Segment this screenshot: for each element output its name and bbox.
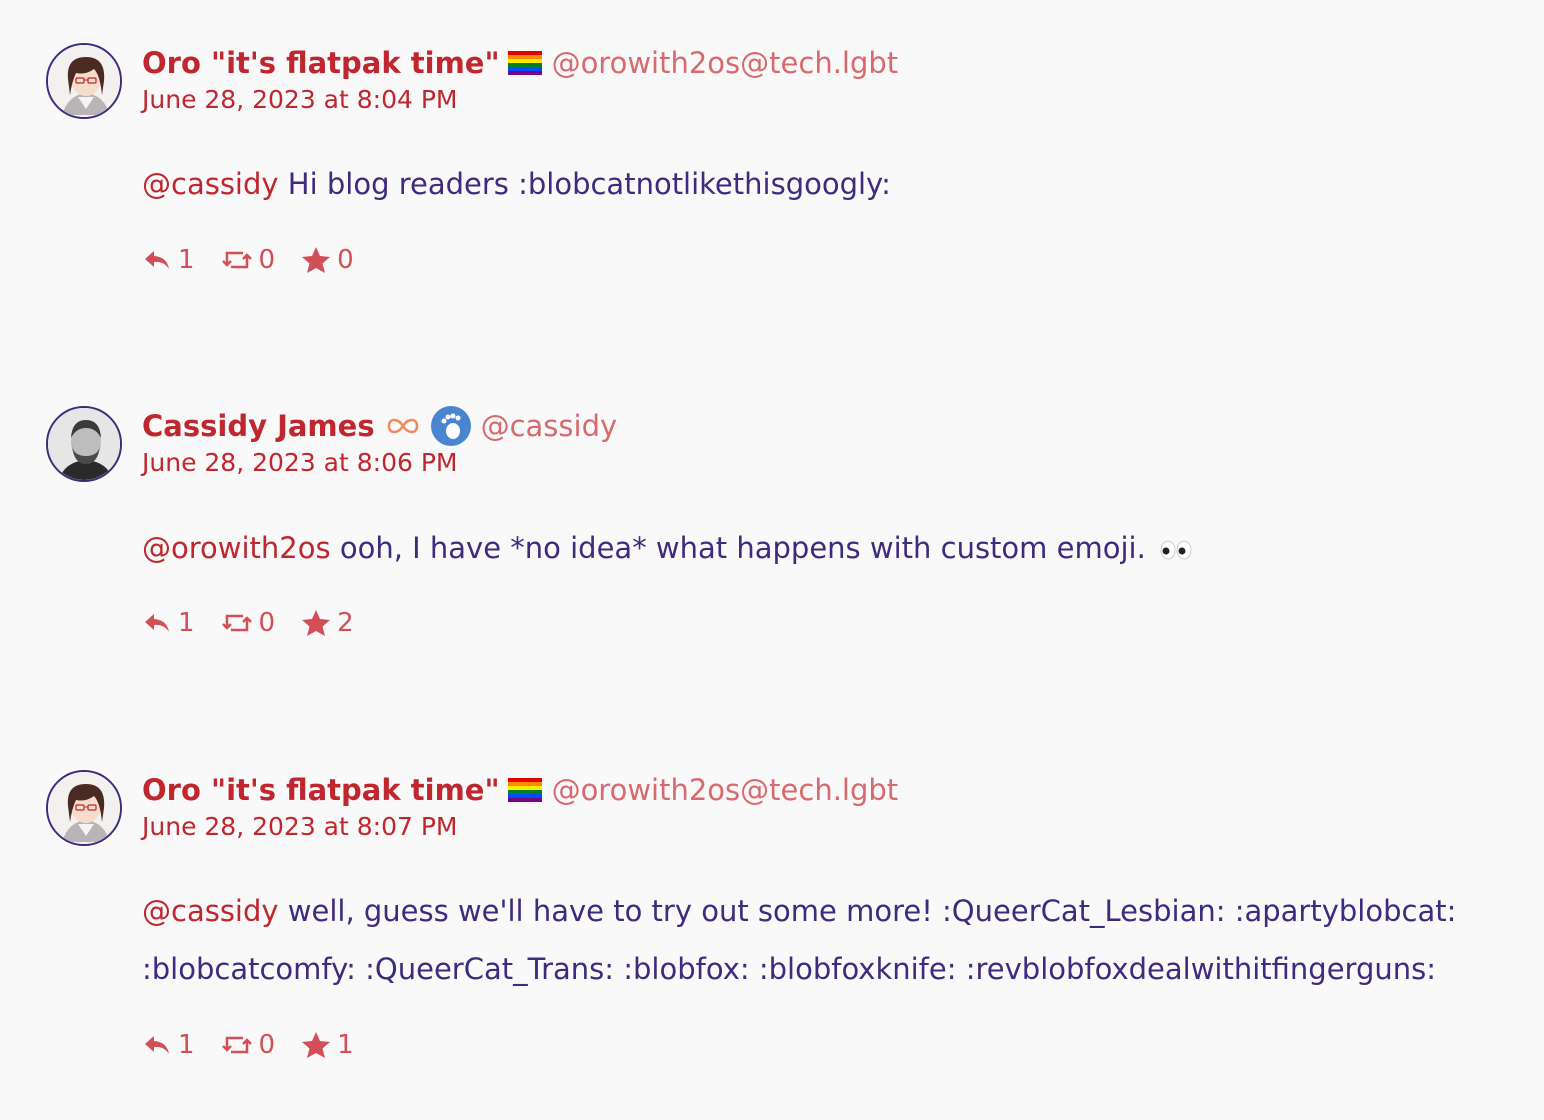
mention-link[interactable]: @orowith2os: [142, 531, 331, 565]
star-icon: [302, 610, 331, 636]
favorite-button[interactable]: 0: [301, 245, 354, 275]
rainbow-flag-icon: [507, 778, 542, 802]
avatar-anime-image: [48, 45, 120, 117]
post-actions: 1 0 0: [142, 245, 380, 275]
favorite-button[interactable]: 1: [301, 1030, 354, 1060]
reply-button[interactable]: 1: [142, 1030, 195, 1060]
post-timestamp[interactable]: June 28, 2023 at 8:04 PM: [142, 85, 898, 114]
reply-button[interactable]: 1: [142, 608, 195, 638]
display-name[interactable]: Oro "it's flatpak time": [142, 773, 500, 807]
avatar[interactable]: [46, 770, 122, 846]
boost-icon: [221, 1036, 252, 1054]
post-content: @cassidy Hi blog readers :blobcatnotlike…: [142, 155, 1532, 213]
reply-count: 1: [178, 1030, 195, 1060]
rainbow-flag-icon: [507, 51, 542, 75]
post-header: Oro "it's flatpak time" @orowith2os@tech…: [142, 770, 898, 841]
post-header: Cassidy James @cassidy June 28, 2023 at …: [142, 406, 617, 477]
post-actions: 1 0 1: [142, 1030, 380, 1060]
display-name[interactable]: Oro "it's flatpak time": [142, 46, 500, 80]
eyes-emoji-icon: [1160, 540, 1192, 560]
post-text: Hi blog readers :blobcatnotlikethisgoogl…: [278, 167, 891, 201]
mention-link[interactable]: @cassidy: [142, 894, 279, 928]
star-icon: [302, 1032, 331, 1058]
mention-link[interactable]: @cassidy: [142, 167, 279, 201]
boost-icon: [221, 614, 252, 632]
boost-button[interactable]: 0: [221, 608, 276, 638]
account-handle[interactable]: @cassidy: [481, 409, 618, 443]
post-timestamp[interactable]: June 28, 2023 at 8:07 PM: [142, 812, 898, 841]
post-actions: 1 0 2: [142, 608, 380, 638]
boost-button[interactable]: 0: [221, 1030, 276, 1060]
avatar[interactable]: [46, 406, 122, 482]
boost-button[interactable]: 0: [221, 245, 276, 275]
favorite-count: 2: [337, 608, 354, 638]
reply-icon: [145, 251, 169, 269]
boost-count: 0: [258, 245, 276, 275]
reply-icon: [145, 614, 169, 632]
avatar-anime-image: [48, 772, 120, 844]
avatar-photo-image: [48, 408, 120, 480]
reply-count: 1: [178, 245, 195, 275]
favorite-button[interactable]: 2: [301, 608, 354, 638]
post-timestamp[interactable]: June 28, 2023 at 8:06 PM: [142, 448, 617, 477]
favorite-count: 0: [337, 245, 354, 275]
post: Oro "it's flatpak time" @orowith2os@tech…: [0, 43, 1544, 303]
reply-icon: [145, 1036, 169, 1054]
post-text: well, guess we'll have to try out some m…: [142, 894, 1457, 986]
reply-button[interactable]: 1: [142, 245, 195, 275]
avatar[interactable]: [46, 43, 122, 119]
post-text: ooh, I have *no idea* what happens with …: [330, 531, 1146, 565]
post-header: Oro "it's flatpak time" @orowith2os@tech…: [142, 43, 898, 114]
post: Cassidy James @cassidy June 28, 2023 at …: [0, 406, 1544, 666]
account-handle[interactable]: @orowith2os@tech.lgbt: [552, 773, 899, 807]
account-handle[interactable]: @orowith2os@tech.lgbt: [552, 46, 899, 80]
star-icon: [302, 247, 331, 273]
post-content: @cassidy well, guess we'll have to try o…: [142, 882, 1532, 998]
post-content: @orowith2os ooh, I have *no idea* what h…: [142, 519, 1532, 577]
gnome-foot-icon: [430, 406, 471, 446]
favorite-count: 1: [337, 1030, 354, 1060]
infinity-icon: [387, 418, 418, 434]
boost-icon: [221, 251, 252, 269]
boost-count: 0: [258, 1030, 276, 1060]
boost-count: 0: [258, 608, 276, 638]
post: Oro "it's flatpak time" @orowith2os@tech…: [0, 770, 1544, 1100]
display-name[interactable]: Cassidy James: [142, 409, 375, 443]
reply-count: 1: [178, 608, 195, 638]
